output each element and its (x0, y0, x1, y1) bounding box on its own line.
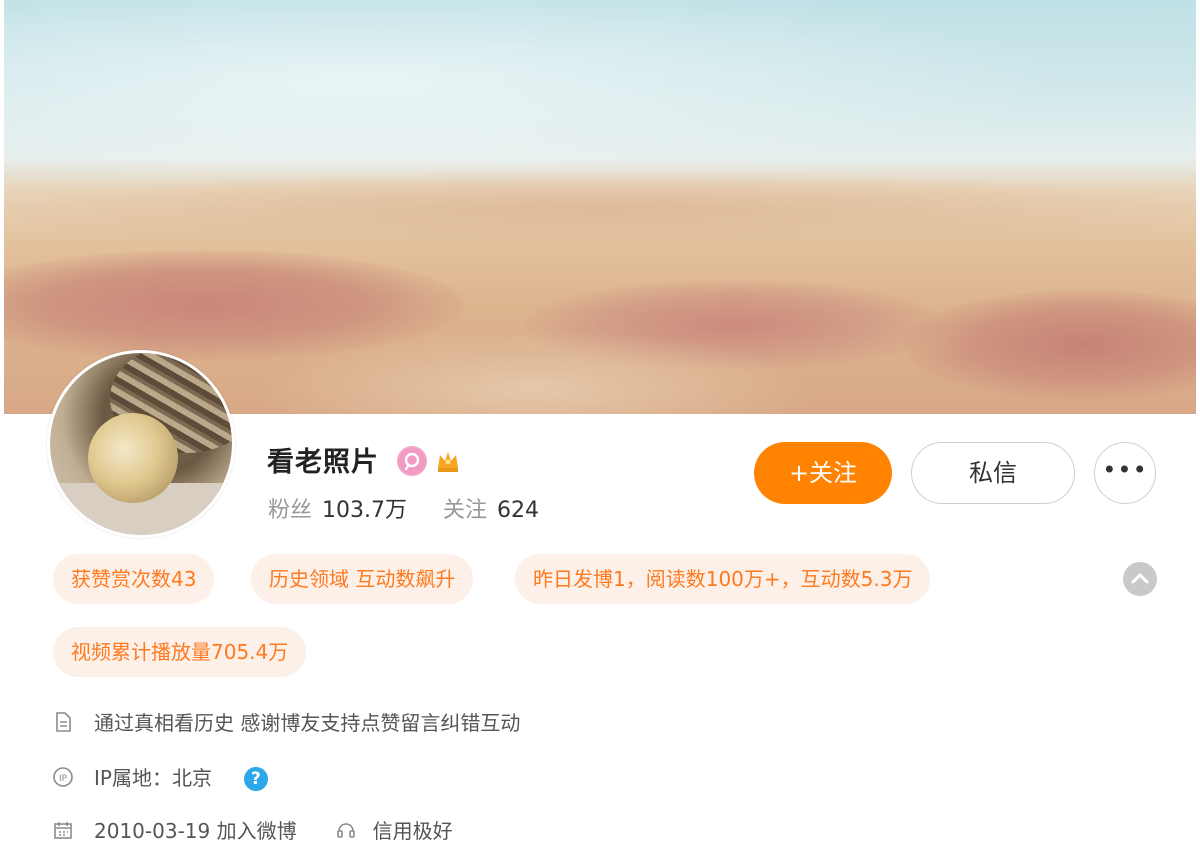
svg-text:IP: IP (59, 774, 68, 784)
document-icon (56, 712, 71, 732)
tag-likes[interactable]: 获赞赏次数43 (53, 554, 215, 604)
message-button[interactable]: 私信 (911, 442, 1075, 504)
ip-location-icon: IP (53, 767, 73, 787)
following-label: 关注 (443, 498, 488, 523)
avatar[interactable] (47, 350, 235, 538)
verified-badge-icon[interactable] (397, 446, 427, 476)
cover-banner (4, 0, 1196, 414)
join-date-text: 2010-03-19 加入微博 (94, 819, 297, 843)
bio-row: 通过真相看历史 感谢博友支持点赞留言纠错互动 (52, 707, 520, 736)
tag-yesterday-stats[interactable]: 昨日发博1，阅读数100万+，互动数5.3万 (515, 554, 931, 604)
profile-name: 看老照片 (267, 447, 379, 478)
bio-text: 通过真相看历史 感谢博友支持点赞留言纠错互动 (94, 711, 521, 735)
profile-stats: 粉丝 103.7万 关注 624 (268, 492, 539, 524)
credit-text: 信用极好 (372, 819, 453, 843)
ip-text: IP属地：北京 (94, 766, 212, 790)
tag-history-field[interactable]: 历史领域 互动数飙升 (251, 554, 474, 604)
credit-icon (336, 823, 355, 838)
help-icon[interactable]: ? (243, 767, 268, 791)
following-count[interactable]: 624 (497, 498, 539, 523)
ip-row: IP IP属地：北京? (52, 762, 268, 791)
calendar-icon (54, 822, 72, 839)
profile-page: 看老照片 粉丝 103.7万 关注 624 +关注 私信 ••• 获赞赏次数43 历史… (0, 0, 1200, 843)
collapse-tags-button[interactable] (1123, 562, 1157, 596)
tag-video-plays[interactable]: 视频累计播放量705.4万 (53, 627, 307, 677)
join-row: 2010-03-19 加入微博 信用极好 (52, 815, 453, 844)
followers-label: 粉丝 (268, 498, 313, 523)
more-options-button[interactable]: ••• (1094, 442, 1156, 504)
followers-count[interactable]: 103.7万 (322, 498, 407, 523)
follow-button[interactable]: +关注 (754, 442, 892, 504)
crown-icon[interactable] (433, 446, 463, 476)
chevron-up-icon (1131, 573, 1149, 584)
